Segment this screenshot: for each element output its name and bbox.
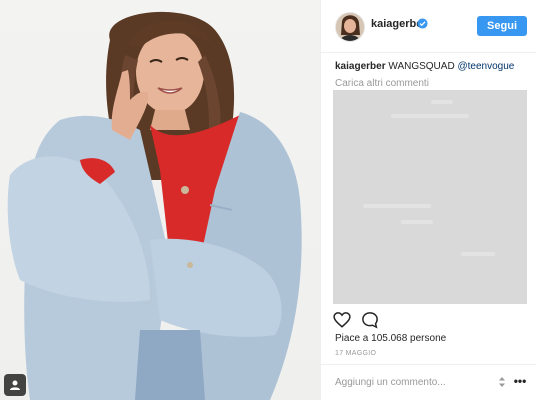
post-image: [7, 11, 302, 400]
load-more-comments-link[interactable]: Carica altri commenti: [335, 78, 429, 89]
post-caption: kaiagerber WANGSQUAD @teenvogue: [335, 61, 514, 72]
comments-list: [333, 90, 527, 304]
post-photo[interactable]: [0, 0, 320, 400]
caption-text: WANGSQUAD: [388, 61, 455, 72]
comment-icon[interactable]: [361, 311, 379, 329]
sort-arrows-icon[interactable]: [497, 376, 507, 388]
post-detail-panel: kaiagerber Segui kaiagerber WANGSQUAD @t…: [320, 0, 536, 400]
more-options-icon[interactable]: •••: [513, 375, 527, 388]
post-date: 17 MAGGIO: [335, 350, 377, 357]
tag-people-button[interactable]: [4, 374, 26, 396]
post-actions: [333, 311, 379, 331]
post-header: kaiagerber Segui: [321, 0, 536, 53]
person-tag-icon: [10, 380, 20, 390]
heart-icon[interactable]: [333, 311, 351, 329]
avatar[interactable]: [335, 12, 365, 42]
caption-mention-link[interactable]: @teenvogue: [457, 61, 514, 72]
comment-bar: •••: [321, 364, 536, 401]
follow-button[interactable]: Segui: [477, 16, 527, 36]
caption-username[interactable]: kaiagerber: [335, 61, 386, 72]
comment-input[interactable]: [335, 373, 485, 391]
verified-badge-icon: [417, 18, 428, 29]
likes-count[interactable]: Piace a 105.068 persone: [335, 333, 446, 344]
